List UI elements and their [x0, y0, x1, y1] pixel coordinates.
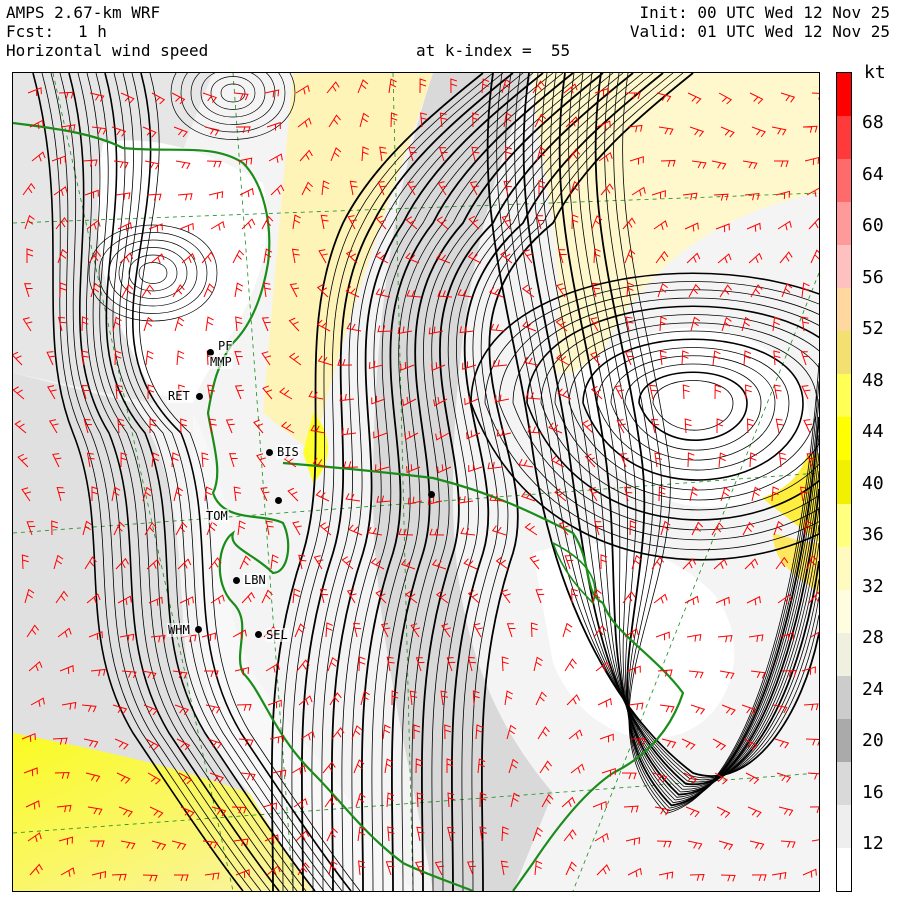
- station-marker: [255, 631, 262, 638]
- station-label-mmp: MMP: [209, 355, 233, 369]
- colorbar-segment: [837, 417, 851, 461]
- model-title: AMPS 2.67-km WRF: [6, 3, 161, 22]
- station-marker: [195, 626, 202, 633]
- colorbar-segment: [837, 632, 851, 677]
- station-label-lbn: LBN: [243, 573, 267, 587]
- station-marker: [266, 449, 273, 456]
- colorbar-segment: [837, 159, 851, 203]
- level-label: at k-index = 55: [416, 41, 571, 60]
- colorbar-tick-label: 60: [862, 215, 884, 236]
- colorbar-segment: [837, 73, 851, 117]
- colorbar-segment: [837, 546, 851, 591]
- station-label-ret: RET: [167, 389, 191, 403]
- colorbar-tick-label: 24: [862, 678, 884, 700]
- colorbar-tick-label: 56: [862, 266, 884, 288]
- colorbar-segment: [837, 374, 851, 418]
- colorbar-segment: [837, 718, 851, 763]
- wind-speed-plot: [13, 73, 819, 891]
- colorbar: [836, 72, 852, 892]
- station-label-pf: PF: [217, 339, 234, 353]
- colorbar-segment: [837, 589, 851, 634]
- colorbar-segment: [837, 460, 851, 505]
- init-time: Init: 00 UTC Wed 12 Nov 25: [639, 3, 890, 22]
- colorbar-segment: [837, 202, 851, 246]
- colorbar-tick-label: 12: [862, 833, 884, 854]
- station-marker: [275, 497, 282, 504]
- station-label-whm: WHM: [167, 623, 191, 637]
- colorbar-segment: [837, 847, 851, 892]
- colorbar-tick-label: 16: [862, 781, 884, 803]
- wind-map: PF MMP RET BIS TOM LBN WHM SEL: [12, 72, 820, 892]
- colorbar-tick-label: 64: [862, 163, 884, 185]
- colorbar-tick-label: 52: [862, 318, 884, 339]
- valid-time: Valid: 01 UTC Wed 12 Nov 25: [629, 22, 890, 41]
- station-marker: [428, 491, 435, 498]
- colorbar-segment: [837, 503, 851, 548]
- colorbar-tick-label: 28: [862, 627, 884, 648]
- colorbar-segment: [837, 116, 851, 160]
- colorbar-unit: kt: [864, 62, 886, 83]
- colorbar-tick-label: 68: [862, 112, 884, 133]
- colorbar-segment: [837, 804, 851, 849]
- colorbar-tick-label: 48: [862, 369, 884, 391]
- field-name: Horizontal wind speed: [6, 41, 209, 60]
- colorbar-tick-label: 36: [862, 524, 884, 545]
- station-label-bis: BIS: [276, 445, 300, 459]
- colorbar-tick-label: 32: [862, 575, 884, 597]
- forecast-value: 1 h: [78, 22, 107, 41]
- colorbar-tick-label: 20: [862, 730, 884, 751]
- colorbar-segment: [837, 288, 851, 332]
- colorbar-segment: [837, 331, 851, 375]
- colorbar-segment: [837, 675, 851, 720]
- station-label-sel: SEL: [265, 628, 289, 642]
- colorbar-tick-label: 40: [862, 472, 884, 494]
- station-marker: [196, 393, 203, 400]
- colorbar-tick-label: 44: [862, 421, 884, 442]
- forecast-label: Fcst:: [6, 22, 55, 41]
- station-label-tom: TOM: [205, 509, 229, 523]
- station-marker: [233, 577, 240, 584]
- colorbar-segment: [837, 761, 851, 806]
- colorbar-segment: [837, 245, 851, 289]
